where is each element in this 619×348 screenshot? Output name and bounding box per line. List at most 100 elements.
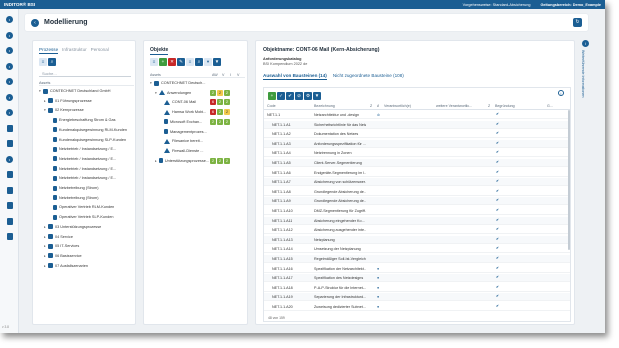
table-row[interactable]: NET.1.1.A10 DMZ-Segmentierung für Zugriff…	[264, 207, 570, 215]
object-tree-item[interactable]: Microsoft Exchan... 2 2 2	[150, 118, 230, 126]
checkmark-icon[interactable]: ✔	[496, 275, 499, 279]
checkmark-icon[interactable]: ✔	[496, 122, 499, 126]
object-tree-item[interactable]: ▾ CONTECHNET Deutsch...	[150, 79, 230, 87]
right-panel-label[interactable]: Weiterführende Informationen	[581, 50, 585, 97]
checkmark-icon[interactable]: ✔	[496, 141, 499, 145]
checkmark-icon[interactable]: ✔	[496, 179, 499, 183]
search-input[interactable]: Suche...	[39, 70, 131, 77]
tab-infrastruktur[interactable]: Infrastruktur	[62, 47, 87, 54]
checkmark-icon[interactable]: ✔	[496, 227, 499, 231]
checkmark-icon[interactable]: ✔	[496, 294, 499, 298]
process-tree-item[interactable]: ▾ 02 Kernprozesse	[44, 106, 84, 114]
checkmark-icon[interactable]: ✔	[496, 266, 499, 270]
object-tree-item[interactable]: ▾ Anwendungen 2 2 2	[150, 89, 230, 97]
chevron-right-icon[interactable]: ▸	[155, 159, 159, 163]
tab-unassigned-modules[interactable]: Nicht zugeordnete Bausteine (108)	[333, 73, 404, 80]
checkmark-icon[interactable]: ✔	[496, 198, 499, 202]
nav-item-5-icon[interactable]: •	[5, 77, 14, 86]
table-row[interactable]: NET.1.1.A16 Spezifikation der Netzarchite…	[264, 265, 570, 273]
edit-icon[interactable]: ✎	[177, 58, 185, 66]
process-tree-item[interactable]: Netzbetrieb / Instandsetzung / E...	[49, 145, 116, 153]
process-tree-item[interactable]: ▾ CONTECHNET Deutschland GmbH	[39, 87, 111, 95]
nav-item-1-icon[interactable]: •	[5, 15, 14, 24]
refresh-icon[interactable]: ↻	[573, 18, 582, 27]
process-tree-item[interactable]: ▸ 01 Führungsprozesse	[44, 97, 92, 105]
process-tree-item[interactable]: Operativer Vertrieb RLM-Kunden	[49, 203, 114, 211]
process-tree-item[interactable]: ▸ 03 Unterstützungsprozesse	[44, 223, 101, 231]
info-icon[interactable]: i	[582, 40, 589, 47]
table-row[interactable]: NET.1.1.A6 Endgeräte-Segmentierung im I..…	[264, 169, 570, 177]
checkmark-icon[interactable]: ✔	[496, 208, 499, 212]
table-row[interactable]: NET.1.1.A3 Anforderungsspezifikation für …	[264, 139, 570, 148]
nav-item-13-icon[interactable]	[5, 201, 14, 210]
object-tree-item[interactable]: CONT-06 Mail 6 2 2	[150, 98, 230, 106]
checkmark-icon[interactable]: ✔	[496, 285, 499, 289]
table-row[interactable]: NET.1.1.A7 Absicherung von schützenswer..…	[264, 178, 570, 187]
block-icon[interactable]: ⊘	[295, 92, 303, 100]
checkmark-icon[interactable]: ✔	[496, 170, 499, 174]
nav-item-2-icon[interactable]: •	[5, 31, 14, 40]
nav-item-12-icon[interactable]	[5, 186, 14, 195]
table-row[interactable]: NET.1.1.A11 Absicherung eingehender Ko...…	[264, 216, 570, 225]
nav-item-4-icon[interactable]: •	[5, 62, 14, 71]
object-tree-item[interactable]: Firewall-Dienste ...	[150, 147, 230, 155]
table-row[interactable]: NET.1.1.A14 Umsetzung der Netzplanung ✔	[264, 245, 570, 254]
add-icon[interactable]: +	[268, 92, 276, 100]
table-row[interactable]: NET.1.1.A19 Separierung der Infrastruktur…	[264, 293, 570, 302]
process-tree-item[interactable]: Netzbetreibung (Strom)	[49, 194, 98, 202]
table-row[interactable]: NET.1.1.A2 Dokumentation des Netzes ✔	[264, 130, 570, 139]
checkmark-icon[interactable]: ✔	[496, 112, 499, 116]
nav-item-11-icon[interactable]	[5, 170, 14, 179]
checkmark-icon[interactable]: ✔	[496, 131, 499, 135]
object-tree-item[interactable]: Filesanice bereit...	[150, 137, 230, 145]
nav-item-8-icon[interactable]	[5, 124, 14, 133]
filter-icon[interactable]: ▾	[204, 58, 212, 66]
process-tree-item[interactable]: ▸ 04 Service	[44, 233, 73, 241]
checkmark-icon[interactable]: ✔	[496, 160, 499, 164]
process-tree-item[interactable]: Netzbetrieb / Instandsetzung / E...	[49, 165, 116, 173]
nav-item-3-icon[interactable]: •	[5, 46, 14, 55]
table-row[interactable]: NET.1.1.A20 Zuweisung dedizierter Subnet.…	[264, 303, 570, 311]
process-tree-item[interactable]: ▸ 06 Basisservice	[44, 252, 82, 260]
table-row[interactable]: NET.1.1.A8 Grundlegende Absicherung de...…	[264, 188, 570, 196]
table-row[interactable]: NET.1.1.A5 Client-Server-Segmentierung ✔	[264, 159, 570, 167]
nav-item-14-icon[interactable]	[5, 217, 14, 226]
process-tree-item[interactable]: Kundenakquisegewinnung SLP-Kunden	[49, 136, 126, 144]
back-icon[interactable]: ‹	[31, 18, 39, 27]
process-tree-item[interactable]: Netzbetrieb / Instandsetzung / E...	[49, 174, 116, 182]
scope-label[interactable]: Geltungsbereich: Demo_Example	[540, 3, 601, 7]
process-tree-item[interactable]: Operativer Vertrieb SLP-Kunden	[49, 213, 113, 221]
checkmark-icon[interactable]: ✔	[496, 304, 499, 308]
table-row[interactable]: NET.1.1.A4 Netztrennung in Zonen ✔	[264, 149, 570, 158]
nav-item-9-icon[interactable]	[5, 139, 14, 148]
funnel-icon[interactable]: ▼	[313, 92, 321, 100]
process-tree-item[interactable]: Kundenakquisegewinnung RLM-Kunden	[49, 126, 127, 134]
table-row[interactable]: NET.1.1 Netzarchitektur und -design ⊘ ✔	[264, 111, 570, 119]
table-row[interactable]: NET.1.1.A1 Sicherheitsrichtlinie für das …	[264, 120, 570, 129]
table-row[interactable]: NET.1.1.A17 Spezifikation des Netzdesigns…	[264, 274, 570, 283]
checkmark-icon[interactable]: ✔	[496, 237, 499, 241]
expand-icon[interactable]: ≡	[39, 58, 47, 66]
checkmark-icon[interactable]: ✔	[496, 246, 499, 250]
nav-item-7-icon[interactable]: •	[5, 108, 14, 117]
nav-item-15-icon[interactable]	[5, 232, 14, 241]
funnel-icon[interactable]: ▼	[213, 58, 221, 66]
object-tree-item[interactable]: Managementprozes...	[150, 128, 230, 136]
table-scrollbar[interactable]	[568, 110, 570, 250]
table-row[interactable]: NET.1.1.A12 Absicherung ausgehender inte.…	[264, 226, 570, 235]
table-row[interactable]: NET.1.1.A13 Netzplanung ✔	[264, 235, 570, 244]
nav-item-10-icon[interactable]: •	[5, 155, 14, 164]
checkmark-icon[interactable]: ✔	[496, 218, 499, 222]
table-row[interactable]: NET.1.1.A15 Regelmäßiger Soll-Ist-Verglei…	[264, 255, 570, 263]
info-icon[interactable]: i	[558, 90, 564, 96]
checkmark-icon[interactable]: ✔	[496, 189, 499, 193]
checkmark-icon[interactable]: ✔	[496, 256, 499, 260]
object-tree-item[interactable]: ▸ Unterstützungsprozesse... 2 2 2	[150, 157, 230, 165]
search-icon[interactable]: ⌕	[195, 58, 203, 66]
checkmark-icon[interactable]: ✔	[496, 150, 499, 154]
process-tree-item[interactable]: Energiebeschaffung Strom & Gas	[49, 116, 116, 124]
settings-icon[interactable]: ⚙	[304, 92, 312, 100]
process-tree-item[interactable]: ▸ 07 Ausfallszenarien	[44, 262, 88, 270]
tab-selected-modules[interactable]: Auswahl von Bausteinen (14)	[263, 73, 327, 80]
check-icon[interactable]: ✓	[277, 92, 285, 100]
